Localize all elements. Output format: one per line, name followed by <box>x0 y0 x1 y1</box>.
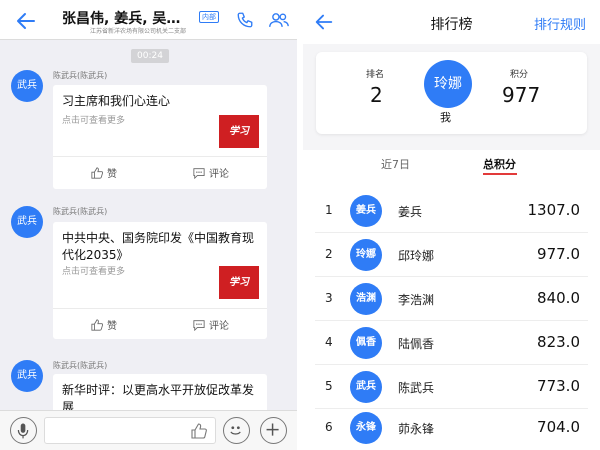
rank-value: 2 <box>370 83 383 107</box>
sender-name: 陈武兵(陈武兵) <box>53 361 108 370</box>
score-label: 积分 <box>510 70 529 80</box>
row-rank: 6 <box>325 420 333 434</box>
smiley-icon <box>230 426 241 435</box>
row-avatar: 浩渊 <box>350 283 382 315</box>
comment-label: 评论 <box>209 169 229 180</box>
thumbs-up-icon <box>91 318 103 331</box>
like-button[interactable]: 赞 <box>91 165 117 180</box>
article-more-text: 点击可查看更多 <box>62 116 126 126</box>
row-rank: 5 <box>325 379 333 393</box>
row-rank: 3 <box>325 291 333 305</box>
table-row[interactable]: 3 浩渊 李浩渊 840.0 <box>303 277 600 321</box>
my-avatar[interactable]: 玲娜 <box>424 60 472 108</box>
row-rank: 4 <box>325 335 333 349</box>
message-input[interactable] <box>44 417 216 444</box>
row-avatar: 佩香 <box>350 327 382 359</box>
active-tab-indicator <box>483 173 517 175</box>
comment-icon <box>193 167 205 179</box>
sender-avatar[interactable]: 武兵 <box>11 206 43 238</box>
row-avatar: 玲娜 <box>350 239 382 271</box>
table-row[interactable]: 2 玲娜 邱玲娜 977.0 <box>303 233 600 277</box>
table-row[interactable]: 6 永锋 茆永锋 704.0 <box>303 406 600 450</box>
row-score: 840.0 <box>537 289 580 307</box>
row-name: 姜兵 <box>398 205 423 219</box>
thumbs-up-icon[interactable] <box>191 423 207 439</box>
row-score: 823.0 <box>537 333 580 351</box>
like-label: 赞 <box>107 321 117 332</box>
card-divider <box>53 156 267 157</box>
more-button[interactable] <box>260 417 287 444</box>
like-button[interactable]: 赞 <box>91 317 117 332</box>
row-score: 704.0 <box>537 418 580 436</box>
row-name: 茆永锋 <box>398 422 435 436</box>
group-members-icon[interactable] <box>269 11 289 29</box>
card-divider <box>53 308 267 309</box>
article-title: 中共中央、国务院印发《中国教育现代化2035》 <box>62 231 255 262</box>
article-card[interactable]: 习主席和我们心连心 点击可查看更多 学习 赞 评论 <box>53 85 267 189</box>
row-name: 邱玲娜 <box>398 249 435 263</box>
tab-recent-7-days[interactable]: 近7日 <box>381 156 410 172</box>
xuexi-logo: 学习 <box>219 266 259 299</box>
row-avatar: 姜兵 <box>350 195 382 227</box>
back-arrow-icon[interactable] <box>14 9 38 33</box>
row-avatar: 永锋 <box>350 412 382 444</box>
me-label: 我 <box>440 111 451 124</box>
microphone-icon <box>17 423 29 439</box>
tab-total-score[interactable]: 总积分 <box>483 156 516 172</box>
row-name: 陈武兵 <box>398 381 435 395</box>
phone-icon[interactable] <box>236 11 254 29</box>
rules-link[interactable]: 排行规则 <box>534 14 586 33</box>
row-rank: 2 <box>325 247 333 261</box>
sender-avatar[interactable]: 武兵 <box>11 70 43 102</box>
my-rank-card: 排名 2 玲娜 我 积分 977 <box>316 52 587 134</box>
row-score: 977.0 <box>537 245 580 263</box>
row-avatar: 武兵 <box>350 371 382 403</box>
row-rank: 1 <box>325 203 333 217</box>
table-row[interactable]: 5 武兵 陈武兵 773.0 <box>303 365 600 409</box>
chat-header: 张昌伟, 姜兵, 吴… 内部 江苏省新洋农场有限公司机关二支部 <box>0 0 297 40</box>
chat-panel: 张昌伟, 姜兵, 吴… 内部 江苏省新洋农场有限公司机关二支部 00:24 武兵… <box>0 0 297 450</box>
emoji-button[interactable] <box>223 417 250 444</box>
chat-title: 张昌伟, 姜兵, 吴… <box>62 11 181 27</box>
plus-icon <box>266 423 279 436</box>
like-label: 赞 <box>107 169 117 180</box>
table-row[interactable]: 4 佩香 陆佩香 823.0 <box>303 321 600 365</box>
article-title: 习主席和我们心连心 <box>62 94 171 108</box>
row-name: 李浩渊 <box>398 293 435 307</box>
article-card[interactable]: 中共中央、国务院印发《中国教育现代化2035》 点击可查看更多 学习 赞 评论 <box>53 222 267 339</box>
score-value: 977 <box>502 83 541 107</box>
row-score: 773.0 <box>537 377 580 395</box>
comment-button[interactable]: 评论 <box>193 317 229 332</box>
row-score: 1307.0 <box>527 201 581 219</box>
chat-input-bar <box>0 410 297 450</box>
xuexi-logo: 学习 <box>219 115 259 148</box>
sender-name: 陈武兵(陈武兵) <box>53 71 108 80</box>
time-separator: 00:24 <box>131 49 169 63</box>
sender-name: 陈武兵(陈武兵) <box>53 207 108 216</box>
sender-avatar[interactable]: 武兵 <box>11 360 43 392</box>
comment-label: 评论 <box>209 321 229 332</box>
table-row[interactable]: 1 姜兵 姜兵 1307.0 <box>303 189 600 233</box>
row-name: 陆佩香 <box>398 337 435 351</box>
comment-icon <box>193 319 205 331</box>
thumbs-up-icon <box>91 166 103 179</box>
internal-badge: 内部 <box>199 11 219 23</box>
rank-label: 排名 <box>366 70 385 80</box>
leaderboard-panel: 排行榜 排行规则 排名 2 玲娜 我 积分 977 近7日 总积分 1 姜兵 姜… <box>303 0 600 450</box>
comment-button[interactable]: 评论 <box>193 165 229 180</box>
voice-button[interactable] <box>10 417 37 444</box>
leaderboard-header: 排行榜 排行规则 <box>303 0 600 44</box>
article-more-text: 点击可查看更多 <box>62 267 126 277</box>
chat-subtitle: 江苏省新洋农场有限公司机关二支部 <box>90 28 187 35</box>
